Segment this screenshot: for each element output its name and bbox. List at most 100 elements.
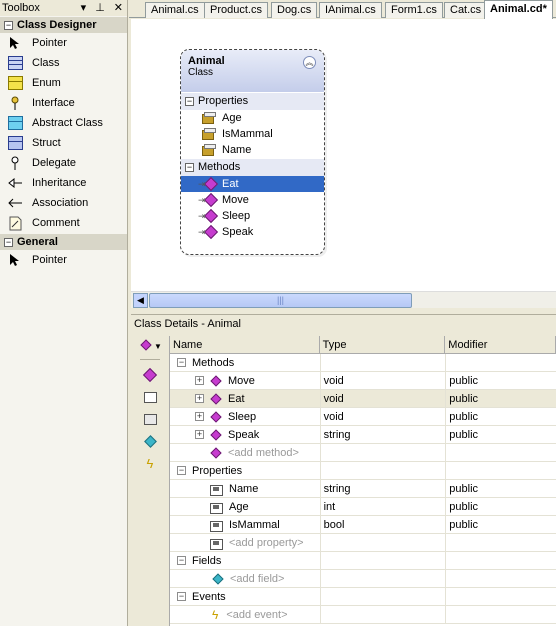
row-type[interactable]: int [319, 498, 446, 515]
row-modifier[interactable]: public [445, 480, 556, 497]
add-method-placeholder[interactable]: <add method> [228, 447, 299, 459]
add-event-row[interactable]: ϟ <add event> [170, 606, 556, 624]
shape-section-methods[interactable]: − Methods [181, 159, 324, 176]
row-modifier[interactable]: public [445, 372, 556, 389]
tab-animal-cs[interactable]: Animal.cs [145, 2, 205, 18]
row-modifier[interactable]: public [445, 390, 556, 407]
row-name[interactable]: Sleep [228, 411, 256, 423]
add-property-button[interactable] [131, 386, 169, 408]
expand-icon[interactable]: + [195, 430, 204, 439]
new-member-dropdown-button[interactable]: ▼ [131, 335, 169, 357]
row-name[interactable]: Age [229, 501, 249, 513]
add-method-button[interactable] [131, 364, 169, 386]
row-modifier[interactable]: public [445, 408, 556, 425]
row-modifier[interactable]: public [445, 498, 556, 515]
class-shape-header[interactable]: Animal Class ︽ [181, 50, 324, 92]
add-delegate-button[interactable]: ϟ [131, 452, 169, 474]
collapse-icon[interactable]: − [4, 237, 13, 247]
table-row[interactable]: Age int public [170, 498, 556, 516]
add-event-button[interactable] [131, 430, 169, 452]
tab-animal-cd[interactable]: Animal.cd* [484, 0, 553, 19]
class-shape-animal[interactable]: Animal Class ︽ − Properties Age IsMammal… [180, 49, 325, 255]
shape-member-sleep[interactable]: Sleep [181, 208, 324, 224]
add-field-button[interactable] [131, 408, 169, 430]
collapse-chevron-icon[interactable]: ︽ [303, 56, 316, 69]
row-modifier[interactable]: public [445, 426, 556, 443]
collapse-icon[interactable]: − [177, 358, 186, 367]
collapse-icon[interactable]: − [177, 466, 186, 475]
row-name[interactable]: Eat [228, 393, 245, 405]
dropdown-icon[interactable]: ▾ [81, 0, 87, 16]
add-property-row[interactable]: <add property> [170, 534, 556, 552]
tab-form1-cs[interactable]: Form1.cs [385, 2, 443, 18]
toolbox-item-enum[interactable]: Enum [0, 73, 127, 93]
collapse-icon[interactable]: − [177, 556, 186, 565]
row-modifier[interactable]: public [445, 516, 556, 533]
shape-section-properties[interactable]: − Properties [181, 93, 324, 110]
table-row[interactable]: + Move void public [170, 372, 556, 390]
column-header-type[interactable]: Type [320, 336, 446, 353]
row-type[interactable]: string [319, 426, 446, 443]
toolbox-item-interface[interactable]: Interface [0, 93, 127, 113]
toolbox-item-association[interactable]: Association [0, 193, 127, 213]
row-name[interactable]: IsMammal [229, 519, 280, 531]
row-name[interactable]: Name [229, 483, 258, 495]
group-row-properties[interactable]: − Properties [170, 462, 556, 480]
group-row-events[interactable]: − Events [170, 588, 556, 606]
toolbox-group-class-designer[interactable]: − Class Designer [0, 17, 127, 33]
row-type[interactable]: bool [319, 516, 446, 533]
table-row[interactable]: IsMammal bool public [170, 516, 556, 534]
collapse-icon[interactable]: − [185, 97, 194, 106]
shape-member-speak[interactable]: Speak [181, 224, 324, 240]
table-row[interactable]: + Eat void public [170, 390, 556, 408]
shape-member-eat[interactable]: Eat [181, 176, 324, 192]
expand-icon[interactable]: + [195, 376, 204, 385]
tab-product-cs[interactable]: Product.cs [204, 2, 268, 18]
toolbox-item-delegate[interactable]: Delegate [0, 153, 127, 173]
group-row-fields[interactable]: − Fields [170, 552, 556, 570]
toolbox-item-pointer[interactable]: Pointer [0, 250, 127, 270]
row-name[interactable]: Speak [228, 429, 259, 441]
collapse-icon[interactable]: − [177, 592, 186, 601]
add-field-row[interactable]: <add field> [170, 570, 556, 588]
add-field-placeholder[interactable]: <add field> [230, 573, 284, 585]
collapse-icon[interactable]: − [4, 20, 13, 30]
collapse-icon[interactable]: − [185, 163, 194, 172]
shape-member-ismammal[interactable]: IsMammal [181, 126, 324, 142]
toolbox-item-pointer[interactable]: Pointer [0, 33, 127, 53]
group-row-methods[interactable]: − Methods [170, 354, 556, 372]
scroll-left-arrow-icon[interactable]: ◀ [133, 293, 148, 308]
close-icon[interactable]: ✕ [114, 0, 123, 16]
row-name[interactable]: Move [228, 375, 255, 387]
column-header-name[interactable]: Name [170, 336, 320, 353]
toolbox-group-general[interactable]: − General [0, 234, 127, 250]
add-property-placeholder[interactable]: <add property> [229, 537, 304, 549]
shape-member-name[interactable]: Name [181, 142, 324, 158]
tab-dog-cs[interactable]: Dog.cs [271, 2, 318, 18]
row-type[interactable]: string [319, 480, 446, 497]
tab-cat-cs[interactable]: Cat.cs [444, 2, 488, 18]
class-diagram-canvas[interactable]: Animal Class ︽ − Properties Age IsMammal… [131, 19, 556, 291]
scrollbar-thumb[interactable]: ||| [149, 293, 412, 308]
toolbox-item-inheritance[interactable]: Inheritance [0, 173, 127, 193]
column-header-modifier[interactable]: Modifier [445, 336, 556, 353]
expand-icon[interactable]: + [195, 412, 204, 421]
shape-member-move[interactable]: Move [181, 192, 324, 208]
toolbox-item-abstract-class[interactable]: Abstract Class [0, 113, 127, 133]
table-row[interactable]: Name string public [170, 480, 556, 498]
table-row[interactable]: + Sleep void public [170, 408, 556, 426]
tab-ianimal-cs[interactable]: IAnimal.cs [319, 2, 382, 18]
pin-icon[interactable]: ⊥ [95, 0, 105, 16]
toolbox-item-comment[interactable]: Comment [0, 213, 127, 233]
horizontal-scrollbar[interactable]: ◀ ||| [131, 291, 556, 308]
shape-member-age[interactable]: Age [181, 110, 324, 126]
expand-icon[interactable]: + [195, 394, 204, 403]
add-method-row[interactable]: <add method> [170, 444, 556, 462]
row-type[interactable]: void [319, 390, 446, 407]
add-event-placeholder[interactable]: <add event> [226, 609, 287, 621]
toolbox-item-struct[interactable]: Struct [0, 133, 127, 153]
toolbox-item-class[interactable]: Class [0, 53, 127, 73]
row-type[interactable]: void [319, 408, 446, 425]
row-type[interactable]: void [319, 372, 446, 389]
table-row[interactable]: + Speak string public [170, 426, 556, 444]
